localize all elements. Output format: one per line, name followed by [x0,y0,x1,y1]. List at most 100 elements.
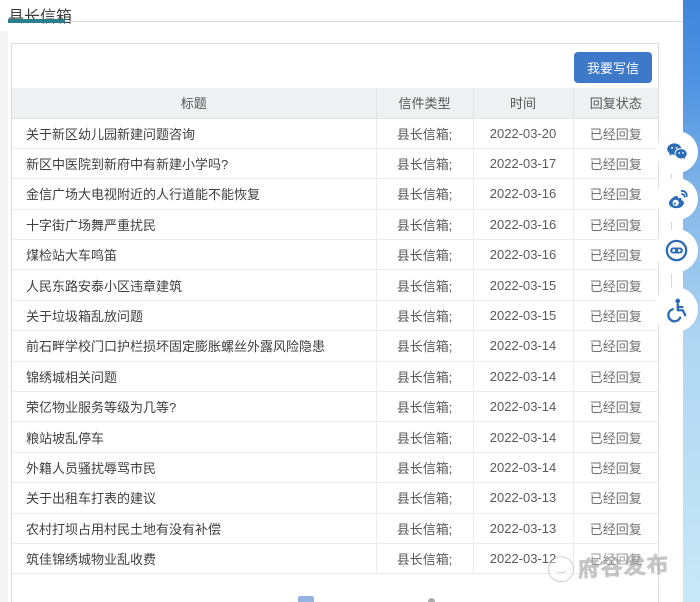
letter-title-link[interactable]: 十字街广场舞严重扰民 [12,209,376,239]
left-margin-strip [0,31,8,602]
letter-title-link[interactable]: 粮站坡乱停车 [12,422,376,452]
letter-title-link[interactable]: 煤检站大车鸣笛 [12,240,376,270]
letter-title-link[interactable]: 锦绣城相关问题 [12,361,376,391]
table-row: 十字街广场舞严重扰民 县长信箱; 2022-03-16 已经回复 [12,209,658,239]
letter-type: 县长信箱; [376,179,473,209]
letter-status: 已经回复 [573,452,658,482]
table-row: 关于垃圾箱乱放问题 县长信箱; 2022-03-15 已经回复 [12,300,658,330]
letter-status: 已经回复 [573,179,658,209]
float-connector [671,274,672,288]
letter-title-link[interactable]: 前石畔学校门口护栏损坏固定膨胀螺丝外露风险隐患 [12,331,376,361]
letter-status: 已经回复 [573,331,658,361]
table-row: 粮站坡乱停车 县长信箱; 2022-03-14 已经回复 [12,422,658,452]
letter-type: 县长信箱; [376,452,473,482]
letter-title-link[interactable]: 荣亿物业服务等级为几等? [12,392,376,422]
col-header-type: 信件类型 [376,88,473,118]
letter-date: 2022-03-16 [473,179,573,209]
table-row: 人民东路安泰小区违章建筑 县长信箱; 2022-03-15 已经回复 [12,270,658,300]
table-row: 煤检站大车鸣笛 县长信箱; 2022-03-16 已经回复 [12,240,658,270]
letter-date: 2022-03-12 [473,543,573,573]
table-row: 筑佳锦绣城物业乱收费 县长信箱; 2022-03-12 已经回复 [12,543,658,573]
letter-status: 已经回复 [573,118,658,148]
table-row: 金信广场大电视附近的人行道能不能恢复 县长信箱; 2022-03-16 已经回复 [12,179,658,209]
wechat-icon [664,139,690,165]
letter-type: 县长信箱; [376,361,473,391]
table-header-row: 标题 信件类型 时间 回复状态 [12,88,658,118]
letter-status: 已经回复 [573,543,658,573]
pagination-page-button[interactable] [298,596,314,602]
letter-title-link[interactable]: 农村打坝占用村民土地有没有补偿 [12,513,376,543]
table-row: 外籍人员骚扰辱骂市民 县长信箱; 2022-03-14 已经回复 [12,452,658,482]
letter-type: 县长信箱; [376,483,473,513]
letter-title-link[interactable]: 关于出租车打表的建议 [12,483,376,513]
letter-type: 县长信箱; [376,300,473,330]
table-row: 前石畔学校门口护栏损坏固定膨胀螺丝外露风险隐患 县长信箱; 2022-03-14… [12,331,658,361]
letter-status: 已经回复 [573,422,658,452]
letter-status: 已经回复 [573,392,658,422]
letter-title-link[interactable]: 筑佳锦绣城物业乱收费 [12,543,376,573]
robot-icon [663,237,690,264]
letter-date: 2022-03-14 [473,361,573,391]
accessibility-icon [662,296,690,324]
letter-type: 县长信箱; [376,513,473,543]
accessibility-button[interactable] [653,287,698,332]
letter-type: 县长信箱; [376,422,473,452]
table-row: 荣亿物业服务等级为几等? 县长信箱; 2022-03-14 已经回复 [12,392,658,422]
letter-date: 2022-03-16 [473,209,573,239]
letter-type: 县长信箱; [376,209,473,239]
letter-type: 县长信箱; [376,148,473,178]
letter-type: 县长信箱; [376,118,473,148]
table-row: 新区中医院到新府中有新建小学吗? 县长信箱; 2022-03-17 已经回复 [12,148,658,178]
table-row: 关于出租车打表的建议 县长信箱; 2022-03-13 已经回复 [12,483,658,513]
page-title: 县长信箱 [8,3,72,27]
letter-type: 县长信箱; [376,392,473,422]
letter-status: 已经回复 [573,300,658,330]
table-row: 锦绣城相关问题 县长信箱; 2022-03-14 已经回复 [12,361,658,391]
letter-title-link[interactable]: 人民东路安泰小区违章建筑 [12,270,376,300]
table-row: 关于新区幼儿园新建问题咨询 县长信箱; 2022-03-20 已经回复 [12,118,658,148]
letter-date: 2022-03-15 [473,300,573,330]
letter-status: 已经回复 [573,270,658,300]
letter-date: 2022-03-14 [473,452,573,482]
letter-status: 已经回复 [573,361,658,391]
write-letter-button[interactable]: 我要写信 [574,52,652,83]
letter-date: 2022-03-15 [473,270,573,300]
letter-date: 2022-03-16 [473,240,573,270]
weibo-icon [664,186,690,212]
letter-status: 已经回复 [573,483,658,513]
card-toolbar: 我要写信 [12,44,658,88]
letter-title-link[interactable]: 关于垃圾箱乱放问题 [12,300,376,330]
col-header-status: 回复状态 [573,88,658,118]
col-header-title: 标题 [12,88,376,118]
letter-status: 已经回复 [573,148,658,178]
letter-status: 已经回复 [573,240,658,270]
col-header-time: 时间 [473,88,573,118]
letter-title-link[interactable]: 金信广场大电视附近的人行道能不能恢复 [12,179,376,209]
wechat-button[interactable] [656,131,698,173]
mailbox-card: 我要写信 标题 信件类型 时间 回复状态 关于新区幼儿园新建问题咨询 县长信箱;… [11,43,659,602]
letter-type: 县长信箱; [376,331,473,361]
letter-type: 县长信箱; [376,270,473,300]
title-accent-bar [8,19,65,23]
letter-status: 已经回复 [573,513,658,543]
letter-title-link[interactable]: 关于新区幼儿园新建问题咨询 [12,118,376,148]
title-divider [8,21,683,22]
robot-button[interactable] [655,229,698,272]
letter-date: 2022-03-14 [473,331,573,361]
table-row: 农村打坝占用村民土地有没有补偿 县长信箱; 2022-03-13 已经回复 [12,513,658,543]
letter-date: 2022-03-13 [473,483,573,513]
letter-type: 县长信箱; [376,543,473,573]
letter-table-body: 关于新区幼儿园新建问题咨询 县长信箱; 2022-03-20 已经回复 新区中医… [12,118,658,574]
pagination-dot [428,598,435,602]
letter-date: 2022-03-20 [473,118,573,148]
letter-title-link[interactable]: 外籍人员骚扰辱骂市民 [12,452,376,482]
letter-type: 县长信箱; [376,240,473,270]
letter-title-link[interactable]: 新区中医院到新府中有新建小学吗? [12,148,376,178]
letter-date: 2022-03-14 [473,392,573,422]
letter-date: 2022-03-13 [473,513,573,543]
letter-status: 已经回复 [573,209,658,239]
letter-date: 2022-03-14 [473,422,573,452]
pagination[interactable] [298,596,314,602]
letters-table: 标题 信件类型 时间 回复状态 关于新区幼儿园新建问题咨询 县长信箱; 2022… [12,88,658,574]
weibo-button[interactable] [656,178,698,220]
